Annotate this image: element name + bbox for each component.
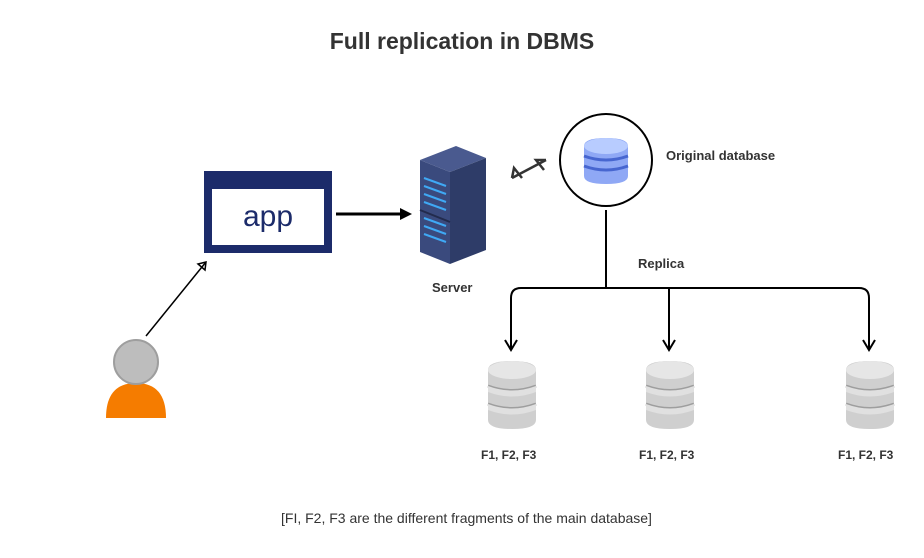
replica-db-icon-2 [640, 356, 700, 434]
diagram-title: Full replication in DBMS [0, 28, 924, 55]
app-monitor: app [204, 171, 332, 253]
replica-fragments-2: F1, F2, F3 [639, 448, 694, 462]
replica-db-icon-1 [482, 356, 542, 434]
original-database-icon [556, 110, 656, 210]
arrow-server-db-bidirectional [500, 150, 560, 190]
arrow-user-to-app [142, 250, 222, 340]
server-label: Server [432, 280, 472, 295]
replica-fragments-3: F1, F2, F3 [838, 448, 893, 462]
arrows-db-to-replicas [480, 206, 900, 366]
app-label: app [212, 189, 324, 245]
replica-db-icon-3 [840, 356, 900, 434]
diagram-caption: [FI, F2, F3 are the different fragments … [281, 510, 652, 526]
replica-fragments-1: F1, F2, F3 [481, 448, 536, 462]
original-database-label: Original database [666, 148, 775, 163]
user-icon [96, 328, 176, 418]
arrow-app-to-server [334, 204, 414, 224]
